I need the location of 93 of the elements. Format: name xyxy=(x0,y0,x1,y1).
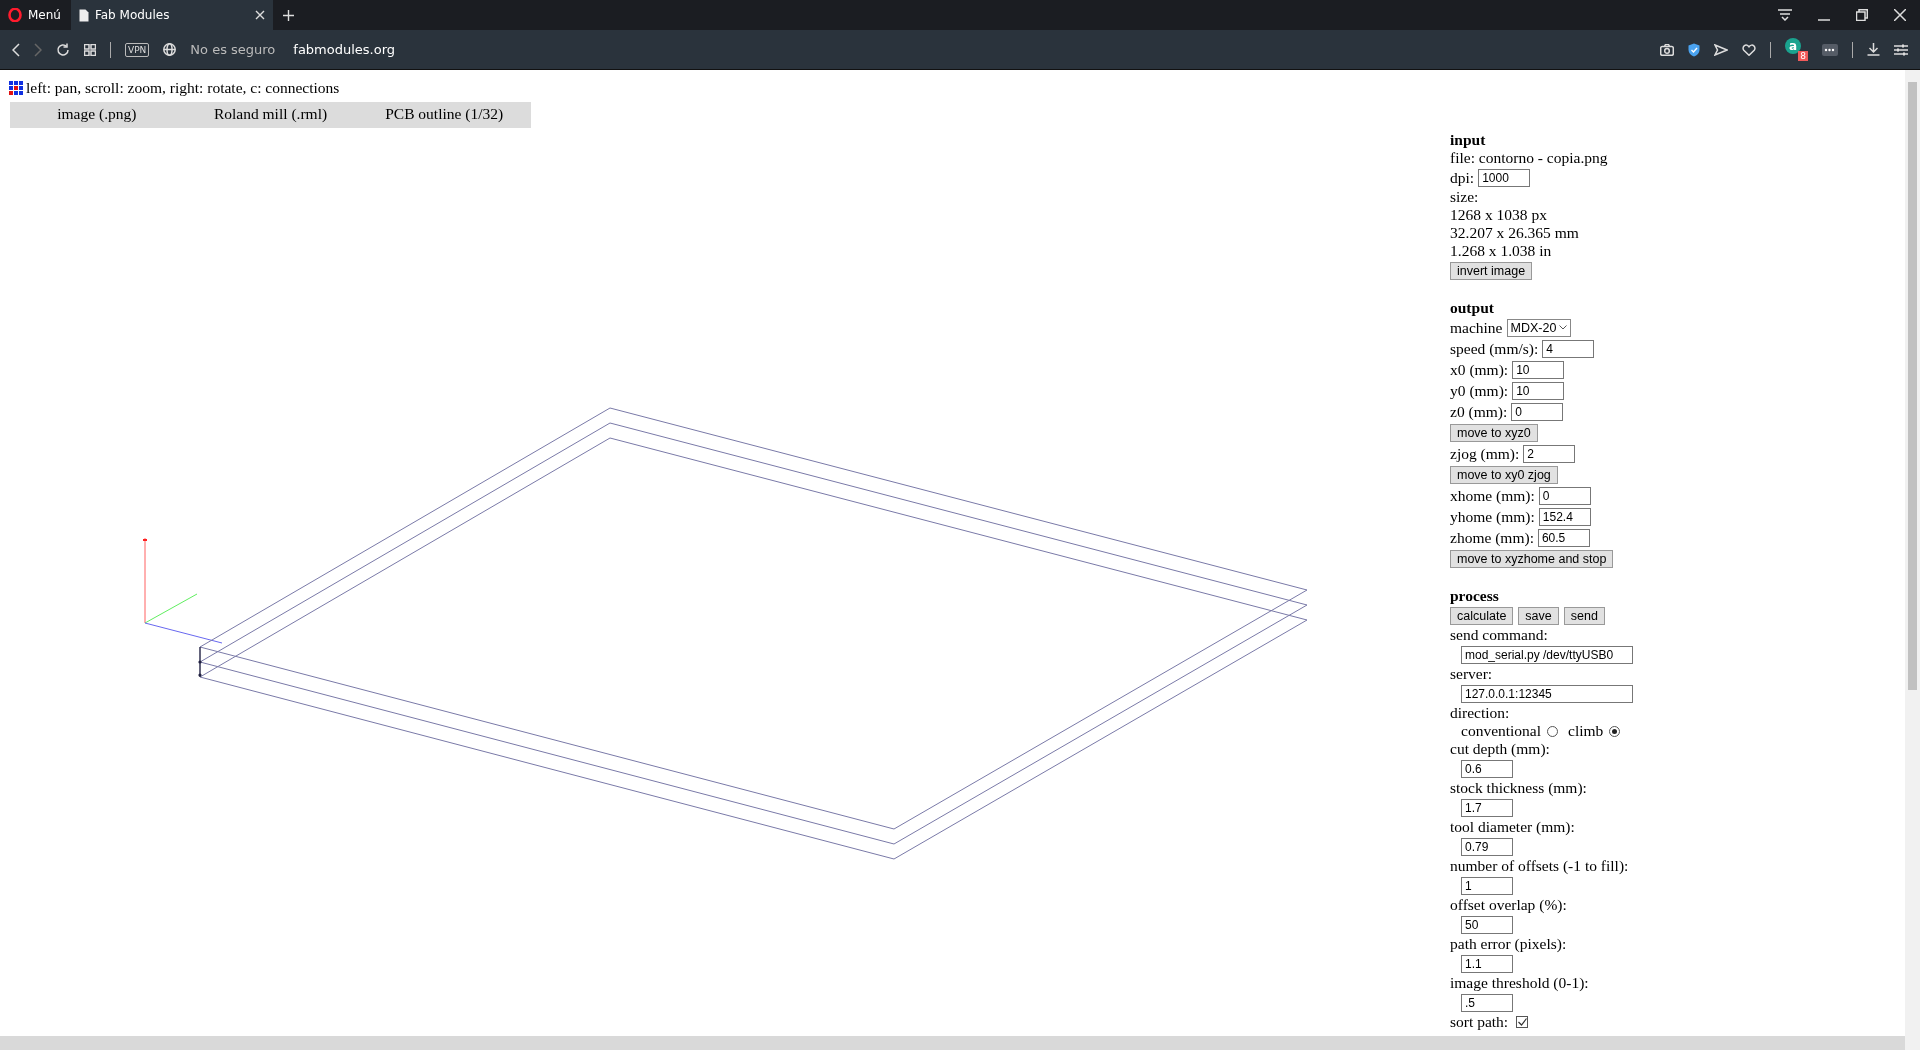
back-icon[interactable] xyxy=(12,42,20,57)
menu-item[interactable]: PCB outline (1/32) xyxy=(357,102,531,128)
input-field[interactable]: 152.4 xyxy=(1538,507,1591,526)
label-text: size: xyxy=(1450,188,1480,206)
field-label: machine xyxy=(1450,318,1503,337)
input-field[interactable]: 127.0.0.1:12345 xyxy=(1461,684,1633,703)
label-text: direction: xyxy=(1450,704,1511,722)
reload-icon[interactable] xyxy=(56,42,70,57)
settings-icon[interactable] xyxy=(1894,43,1908,56)
send-icon[interactable] xyxy=(1714,43,1728,56)
input-field[interactable]: 0.79 xyxy=(1461,837,1513,856)
action-button[interactable]: save xyxy=(1518,606,1559,625)
action-button[interactable]: move to xy0 zjog xyxy=(1450,465,1558,484)
horizontal-scrollbar[interactable] xyxy=(0,1036,1905,1050)
section-heading: output xyxy=(1450,299,1495,317)
grid-icon[interactable] xyxy=(84,43,96,56)
action-button[interactable]: invert image xyxy=(1450,261,1533,280)
input-field[interactable]: 0 xyxy=(1538,486,1591,505)
section-heading: input xyxy=(1450,131,1487,149)
field-label: speed (mm/s): xyxy=(1450,339,1539,358)
document-icon xyxy=(78,8,89,22)
grid-logo-icon xyxy=(9,81,23,95)
chevron-down-icon xyxy=(1559,325,1568,330)
tab-menu-icon[interactable] xyxy=(1778,9,1792,21)
more-icon[interactable] xyxy=(1822,43,1838,56)
camera-icon[interactable] xyxy=(1660,43,1674,56)
browser-tab[interactable]: Fab Modules xyxy=(70,0,273,30)
action-button[interactable]: calculate xyxy=(1450,606,1514,625)
globe-icon xyxy=(163,43,177,56)
field-label: x0 (mm): xyxy=(1450,360,1509,379)
label-text: tool diameter (mm): xyxy=(1450,818,1576,836)
url-field[interactable]: fabmodules.org xyxy=(293,42,396,57)
action-button[interactable]: move to xyz0 xyxy=(1450,423,1538,442)
heart-icon[interactable] xyxy=(1742,43,1756,56)
label-text: cut depth (mm): xyxy=(1450,740,1551,758)
label-text: server: xyxy=(1450,665,1494,683)
notification-badge: 8 xyxy=(1798,51,1808,61)
menu-item[interactable]: Roland mill (.rml) xyxy=(183,102,358,128)
vpn-badge[interactable]: VPN xyxy=(125,42,150,57)
scrollbar-thumb[interactable] xyxy=(1908,82,1917,690)
security-status[interactable]: No es seguro xyxy=(190,42,276,57)
hint-text: left: pan, scroll: zoom, right: rotate, c: connections xyxy=(26,79,340,97)
label-text: stock thickness (mm): xyxy=(1450,779,1588,797)
label-text: 1268 x 1038 px xyxy=(1450,206,1548,224)
download-icon[interactable] xyxy=(1867,43,1880,56)
vertical-scrollbar[interactable] xyxy=(1905,70,1920,1036)
field-label: zhome (mm): xyxy=(1450,528,1534,547)
label-text: 1.268 x 1.038 in xyxy=(1450,242,1553,260)
menu-item[interactable]: image (.png) xyxy=(10,102,184,128)
scrollbar-corner xyxy=(1905,1036,1920,1050)
input-field[interactable]: 50 xyxy=(1461,915,1513,934)
input-field[interactable]: 60.5 xyxy=(1537,528,1590,547)
plus-icon[interactable] xyxy=(282,9,294,21)
radio-label: conventional xyxy=(1461,722,1542,740)
label-text: path error (pixels): xyxy=(1450,935,1568,953)
label-text: send command: xyxy=(1450,626,1549,644)
label-text: number of offsets (-1 to fill): xyxy=(1450,857,1630,875)
field-label: y0 (mm): xyxy=(1450,381,1509,400)
menu-button[interactable]: Menú xyxy=(0,0,71,30)
field-label: zjog (mm): xyxy=(1450,444,1520,463)
label-text: 32.207 x 26.365 mm xyxy=(1450,224,1580,242)
action-button[interactable]: send xyxy=(1563,606,1605,625)
input-field[interactable]: 1000 xyxy=(1478,168,1531,187)
input-field[interactable]: 10 xyxy=(1512,381,1565,400)
machine-dropdown[interactable]: MDX-20 xyxy=(1506,318,1572,337)
field-label: dpi: xyxy=(1450,168,1475,187)
label-text: offset overlap (%): xyxy=(1450,896,1568,914)
shield-icon[interactable] xyxy=(1688,42,1700,57)
input-field[interactable]: 1.1 xyxy=(1461,954,1513,973)
field-label: yhome (mm): xyxy=(1450,507,1535,526)
input-field[interactable]: mod_serial.py /dev/ttyUSB0 xyxy=(1461,645,1633,664)
field-label: z0 (mm): xyxy=(1450,402,1508,421)
input-field[interactable]: 1.7 xyxy=(1461,798,1513,817)
input-field[interactable]: 1 xyxy=(1461,876,1513,895)
checkbox-label: sort path: xyxy=(1450,1013,1509,1031)
checkmark-icon xyxy=(1517,1018,1527,1026)
radio-label: climb xyxy=(1568,722,1604,740)
field-label: xhome (mm): xyxy=(1450,486,1535,505)
input-field[interactable]: 0 xyxy=(1511,402,1564,421)
close-icon[interactable] xyxy=(254,10,265,20)
label-text: file: contorno - copia.png xyxy=(1450,149,1609,167)
input-field[interactable]: 4 xyxy=(1542,339,1595,358)
restore-icon[interactable] xyxy=(1856,9,1868,21)
opera-logo-icon xyxy=(8,8,22,22)
input-field[interactable]: 2 xyxy=(1523,444,1576,463)
input-field[interactable]: 10 xyxy=(1512,360,1565,379)
action-button[interactable]: move to xyzhome and stop xyxy=(1450,549,1614,568)
section-heading: process xyxy=(1450,587,1500,605)
label-text: image threshold (0-1): xyxy=(1450,974,1590,992)
close-icon[interactable] xyxy=(1894,9,1906,21)
input-field[interactable]: .5 xyxy=(1461,993,1513,1012)
input-field[interactable]: 0.6 xyxy=(1461,759,1513,778)
checkbox[interactable] xyxy=(1516,1016,1529,1028)
